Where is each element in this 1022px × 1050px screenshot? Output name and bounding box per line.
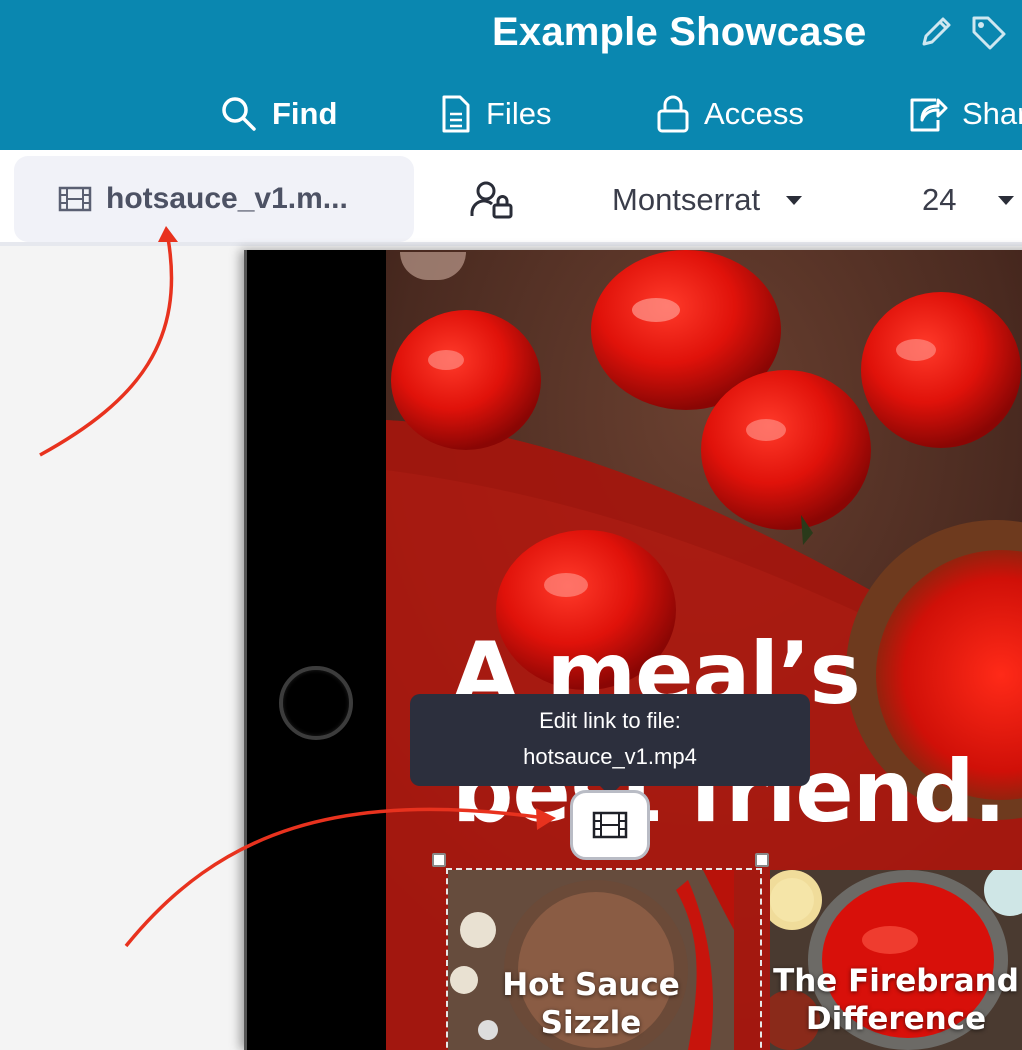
lock-icon bbox=[657, 95, 689, 133]
nav-files[interactable]: Files bbox=[440, 88, 551, 140]
tooltip-line1: Edit link to file: bbox=[539, 708, 681, 733]
editor-toolbar: hotsauce_v1.m... Montserrat 24 bbox=[0, 150, 1022, 246]
font-size-select[interactable]: 24 bbox=[922, 178, 1015, 222]
card-title-line1: The Firebrand bbox=[773, 963, 1019, 999]
tooltip-line2: hotsauce_v1.mp4 bbox=[523, 744, 697, 769]
nav-files-label: Files bbox=[486, 96, 552, 131]
card-firebrand-difference[interactable]: The Firebrand Difference bbox=[770, 870, 1022, 1050]
app-header: Example Showcase Find Files Access Sha bbox=[0, 0, 1022, 150]
tag-icon[interactable] bbox=[968, 12, 1008, 52]
nav-access-label: Access bbox=[704, 96, 804, 131]
nav-find[interactable]: Find bbox=[220, 88, 337, 140]
tablet-home-button bbox=[279, 666, 353, 740]
app-window: Example Showcase Find Files Access Sha h… bbox=[0, 0, 1022, 1050]
user-lock-icon[interactable] bbox=[468, 180, 516, 220]
card-title-line1: Hot Sauce bbox=[502, 967, 680, 1003]
card-hot-sauce-sizzle[interactable]: Hot Sauce Sizzle bbox=[448, 870, 734, 1050]
resize-handle-top-left[interactable] bbox=[432, 853, 446, 867]
pencil-icon[interactable] bbox=[916, 12, 956, 52]
file-link-button[interactable] bbox=[570, 790, 650, 860]
document-title[interactable]: Example Showcase bbox=[492, 10, 867, 55]
document-icon bbox=[442, 95, 470, 133]
nav-share[interactable]: Share bbox=[908, 88, 1022, 140]
font-family-select[interactable]: Montserrat bbox=[612, 178, 803, 222]
card-title-line2: Sizzle bbox=[540, 1005, 642, 1041]
nav-share-label: Share bbox=[962, 96, 1022, 131]
resize-handle-top-right[interactable] bbox=[755, 853, 769, 867]
chevron-down-icon bbox=[998, 195, 1015, 205]
tooltip: Edit link to file: hotsauce_v1.mp4 bbox=[410, 694, 810, 786]
file-link-chip[interactable]: hotsauce_v1.m... bbox=[14, 156, 414, 242]
nav-access[interactable]: Access bbox=[656, 88, 804, 140]
font-size-value: 24 bbox=[922, 182, 957, 217]
font-family-value: Montserrat bbox=[612, 182, 761, 217]
main-nav: Find Files Access Sha bbox=[0, 88, 1022, 140]
chevron-down-icon bbox=[786, 195, 803, 205]
film-icon bbox=[592, 811, 628, 839]
share-icon bbox=[910, 98, 948, 132]
search-icon bbox=[222, 97, 256, 131]
card-title-line2: Difference bbox=[805, 1001, 987, 1037]
nav-find-label: Find bbox=[272, 96, 338, 131]
file-link-label: hotsauce_v1.m... bbox=[106, 182, 348, 215]
film-icon bbox=[58, 186, 92, 212]
